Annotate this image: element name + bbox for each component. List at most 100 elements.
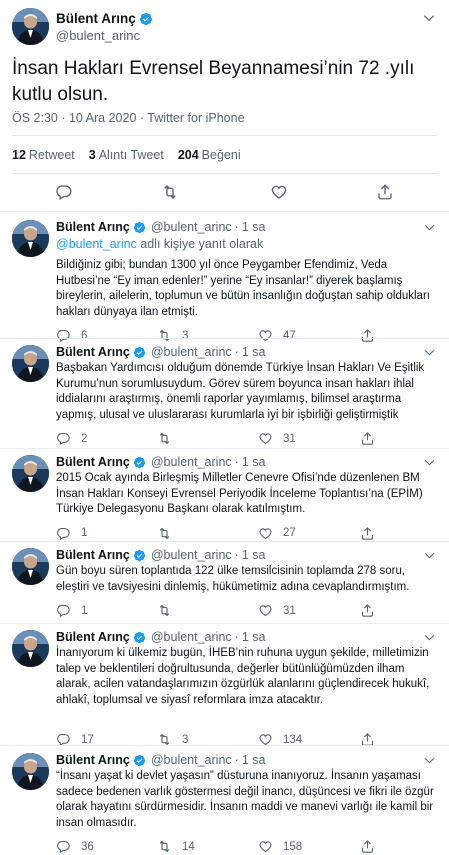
share-button[interactable]: [360, 431, 385, 446]
share-button[interactable]: [360, 603, 385, 618]
main-tweet: Bülent Arınç @bulent_arinc İnsan Hakları…: [0, 0, 449, 211]
avatar[interactable]: [12, 345, 49, 382]
author-name[interactable]: Bülent Arınç: [56, 548, 130, 562]
reply-button[interactable]: 6: [56, 328, 87, 343]
like-button[interactable]: 158: [258, 839, 302, 854]
reply-button[interactable]: 1: [56, 603, 87, 618]
author-name[interactable]: Bülent Arınç: [56, 753, 130, 767]
retweet-button[interactable]: [157, 526, 182, 541]
stat-retweets[interactable]: 12 Retweet: [12, 148, 75, 162]
tweet-actions: 6 3 47: [56, 328, 436, 344]
tweet-text: Gün boyu süren toplantıda 122 ülke temsi…: [56, 565, 410, 593]
more-options-icon[interactable]: [423, 754, 436, 767]
more-options-icon[interactable]: [423, 221, 436, 234]
tweet-text: 2015 Ocak ayında Birleşmiş Milletler Cen…: [56, 472, 423, 516]
retweet-button[interactable]: [157, 431, 182, 446]
author-name[interactable]: Bülent Arınç: [56, 345, 130, 359]
avatar[interactable]: [12, 548, 49, 585]
author-handle[interactable]: @bulent_arinc: [151, 345, 232, 359]
reply-header: Bülent Arınç @bulent_arinc · 1 sa: [56, 455, 265, 469]
retweet-icon: [159, 527, 170, 540]
tweet-meta[interactable]: ÖS 2:30 · 10 Ara 2020 · Twitter for iPho…: [12, 111, 245, 125]
author-handle[interactable]: @bulent_arinc: [151, 455, 232, 469]
retweet-button[interactable]: 3: [157, 328, 188, 343]
share-button[interactable]: [360, 526, 385, 541]
author-handle[interactable]: @bulent_arinc: [151, 753, 232, 767]
like-icon: [259, 433, 272, 445]
divider: [0, 448, 449, 449]
tweet-time[interactable]: 1 sa: [242, 753, 266, 767]
avatar[interactable]: [12, 455, 49, 492]
more-options-icon[interactable]: [423, 346, 436, 359]
author-name-row: Bülent Arınç: [56, 11, 153, 26]
tweet-text: “İnsanı yaşat ki devlet yaşasın” düsturu…: [56, 770, 434, 829]
author-handle[interactable]: @bulent_arinc: [151, 548, 232, 562]
avatar[interactable]: [12, 8, 49, 45]
author-name[interactable]: Bülent Arınç: [56, 630, 130, 644]
reply-button[interactable]: 2: [56, 431, 87, 446]
more-options-icon[interactable]: [423, 456, 436, 469]
reply-icon: [57, 605, 70, 618]
avatar[interactable]: [12, 220, 49, 257]
separator-dot: ·: [234, 220, 239, 234]
share-icon: [361, 526, 374, 540]
separator-dot: ·: [234, 630, 239, 644]
tweet-time[interactable]: 1 sa: [242, 630, 266, 644]
author-handle[interactable]: @bulent_arinc: [56, 28, 140, 43]
retweet-icon[interactable]: [161, 183, 179, 201]
reply-tweet[interactable]: Bülent Arınç @bulent_arinc · 1 sa “İnsan…: [0, 753, 449, 855]
reply-tweet[interactable]: Bülent Arınç @bulent_arinc · 1 sa Gün bo…: [0, 548, 449, 619]
reply-icon[interactable]: [55, 183, 73, 201]
share-icon: [361, 329, 374, 343]
reply-button[interactable]: 1: [56, 526, 87, 541]
tweet-time[interactable]: 1 sa: [242, 345, 266, 359]
avatar[interactable]: [12, 630, 49, 667]
tweet-time[interactable]: 1 sa: [242, 548, 266, 562]
reply-header: Bülent Arınç @bulent_arinc · 1 sa: [56, 548, 265, 562]
author-handle[interactable]: @bulent_arinc: [151, 630, 232, 644]
verified-badge-icon: [133, 346, 146, 358]
retweet-button[interactable]: [157, 603, 182, 618]
share-icon[interactable]: [376, 183, 394, 201]
divider: [12, 135, 437, 136]
author-name[interactable]: Bülent Arınç: [56, 11, 136, 26]
author-handle[interactable]: @bulent_arinc: [151, 220, 232, 234]
share-button[interactable]: [360, 328, 385, 343]
separator-dot: ·: [234, 548, 239, 562]
like-button[interactable]: 31: [258, 603, 296, 618]
reply-tweet[interactable]: Bülent Arınç @bulent_arinc · 1 sa Başbak…: [0, 345, 449, 447]
like-button[interactable]: 27: [258, 526, 296, 541]
reply-icon: [57, 433, 70, 446]
separator-dot: ·: [234, 753, 239, 767]
reply-tweet[interactable]: Bülent Arınç @bulent_arinc · 1 sa İnanıy…: [0, 630, 449, 748]
like-count: 47: [283, 329, 296, 342]
verified-badge-icon: [133, 631, 146, 643]
tweet-time[interactable]: 1 sa: [242, 455, 266, 469]
author-name[interactable]: Bülent Arınç: [56, 455, 130, 469]
more-options-icon[interactable]: [423, 631, 436, 644]
share-button[interactable]: [360, 839, 385, 854]
author-name[interactable]: Bülent Arınç: [56, 220, 130, 234]
stat-quote-tweets[interactable]: 3 Alıntı Tweet: [89, 148, 164, 162]
like-count: 134: [283, 733, 303, 746]
reply-mention[interactable]: @bulent_arinc: [56, 237, 137, 251]
replying-to: @bulent_arinc adlı kişiye yanıt olarak: [56, 237, 263, 251]
reply-tweet[interactable]: Bülent Arınç @bulent_arinc · 1 sa @bulen…: [0, 220, 449, 344]
more-options-icon[interactable]: [423, 549, 436, 562]
reply-suffix: adlı kişiye yanıt olarak: [136, 237, 264, 251]
tweet-time[interactable]: 1 sa: [242, 220, 266, 234]
tweet-text: Bildiğiniz gibi; bundan 1300 yıl önce Pe…: [56, 259, 430, 318]
more-options-icon[interactable]: [422, 11, 436, 25]
like-button[interactable]: 47: [258, 328, 296, 343]
avatar[interactable]: [12, 753, 49, 790]
reply-count: 36: [81, 840, 94, 853]
stat-likes[interactable]: 204 Beğeni: [178, 148, 241, 162]
retweet-button[interactable]: 14: [157, 839, 195, 854]
divider: [0, 541, 449, 542]
tweet-stats: 12 Retweet 3 Alıntı Tweet 204 Beğeni: [12, 148, 241, 162]
reply-tweet[interactable]: Bülent Arınç @bulent_arinc · 1 sa 2015 O…: [0, 455, 449, 542]
like-button[interactable]: 31: [258, 431, 296, 446]
reply-button[interactable]: 36: [56, 839, 94, 854]
retweet-count: 3: [182, 733, 189, 746]
like-icon[interactable]: [270, 183, 288, 201]
